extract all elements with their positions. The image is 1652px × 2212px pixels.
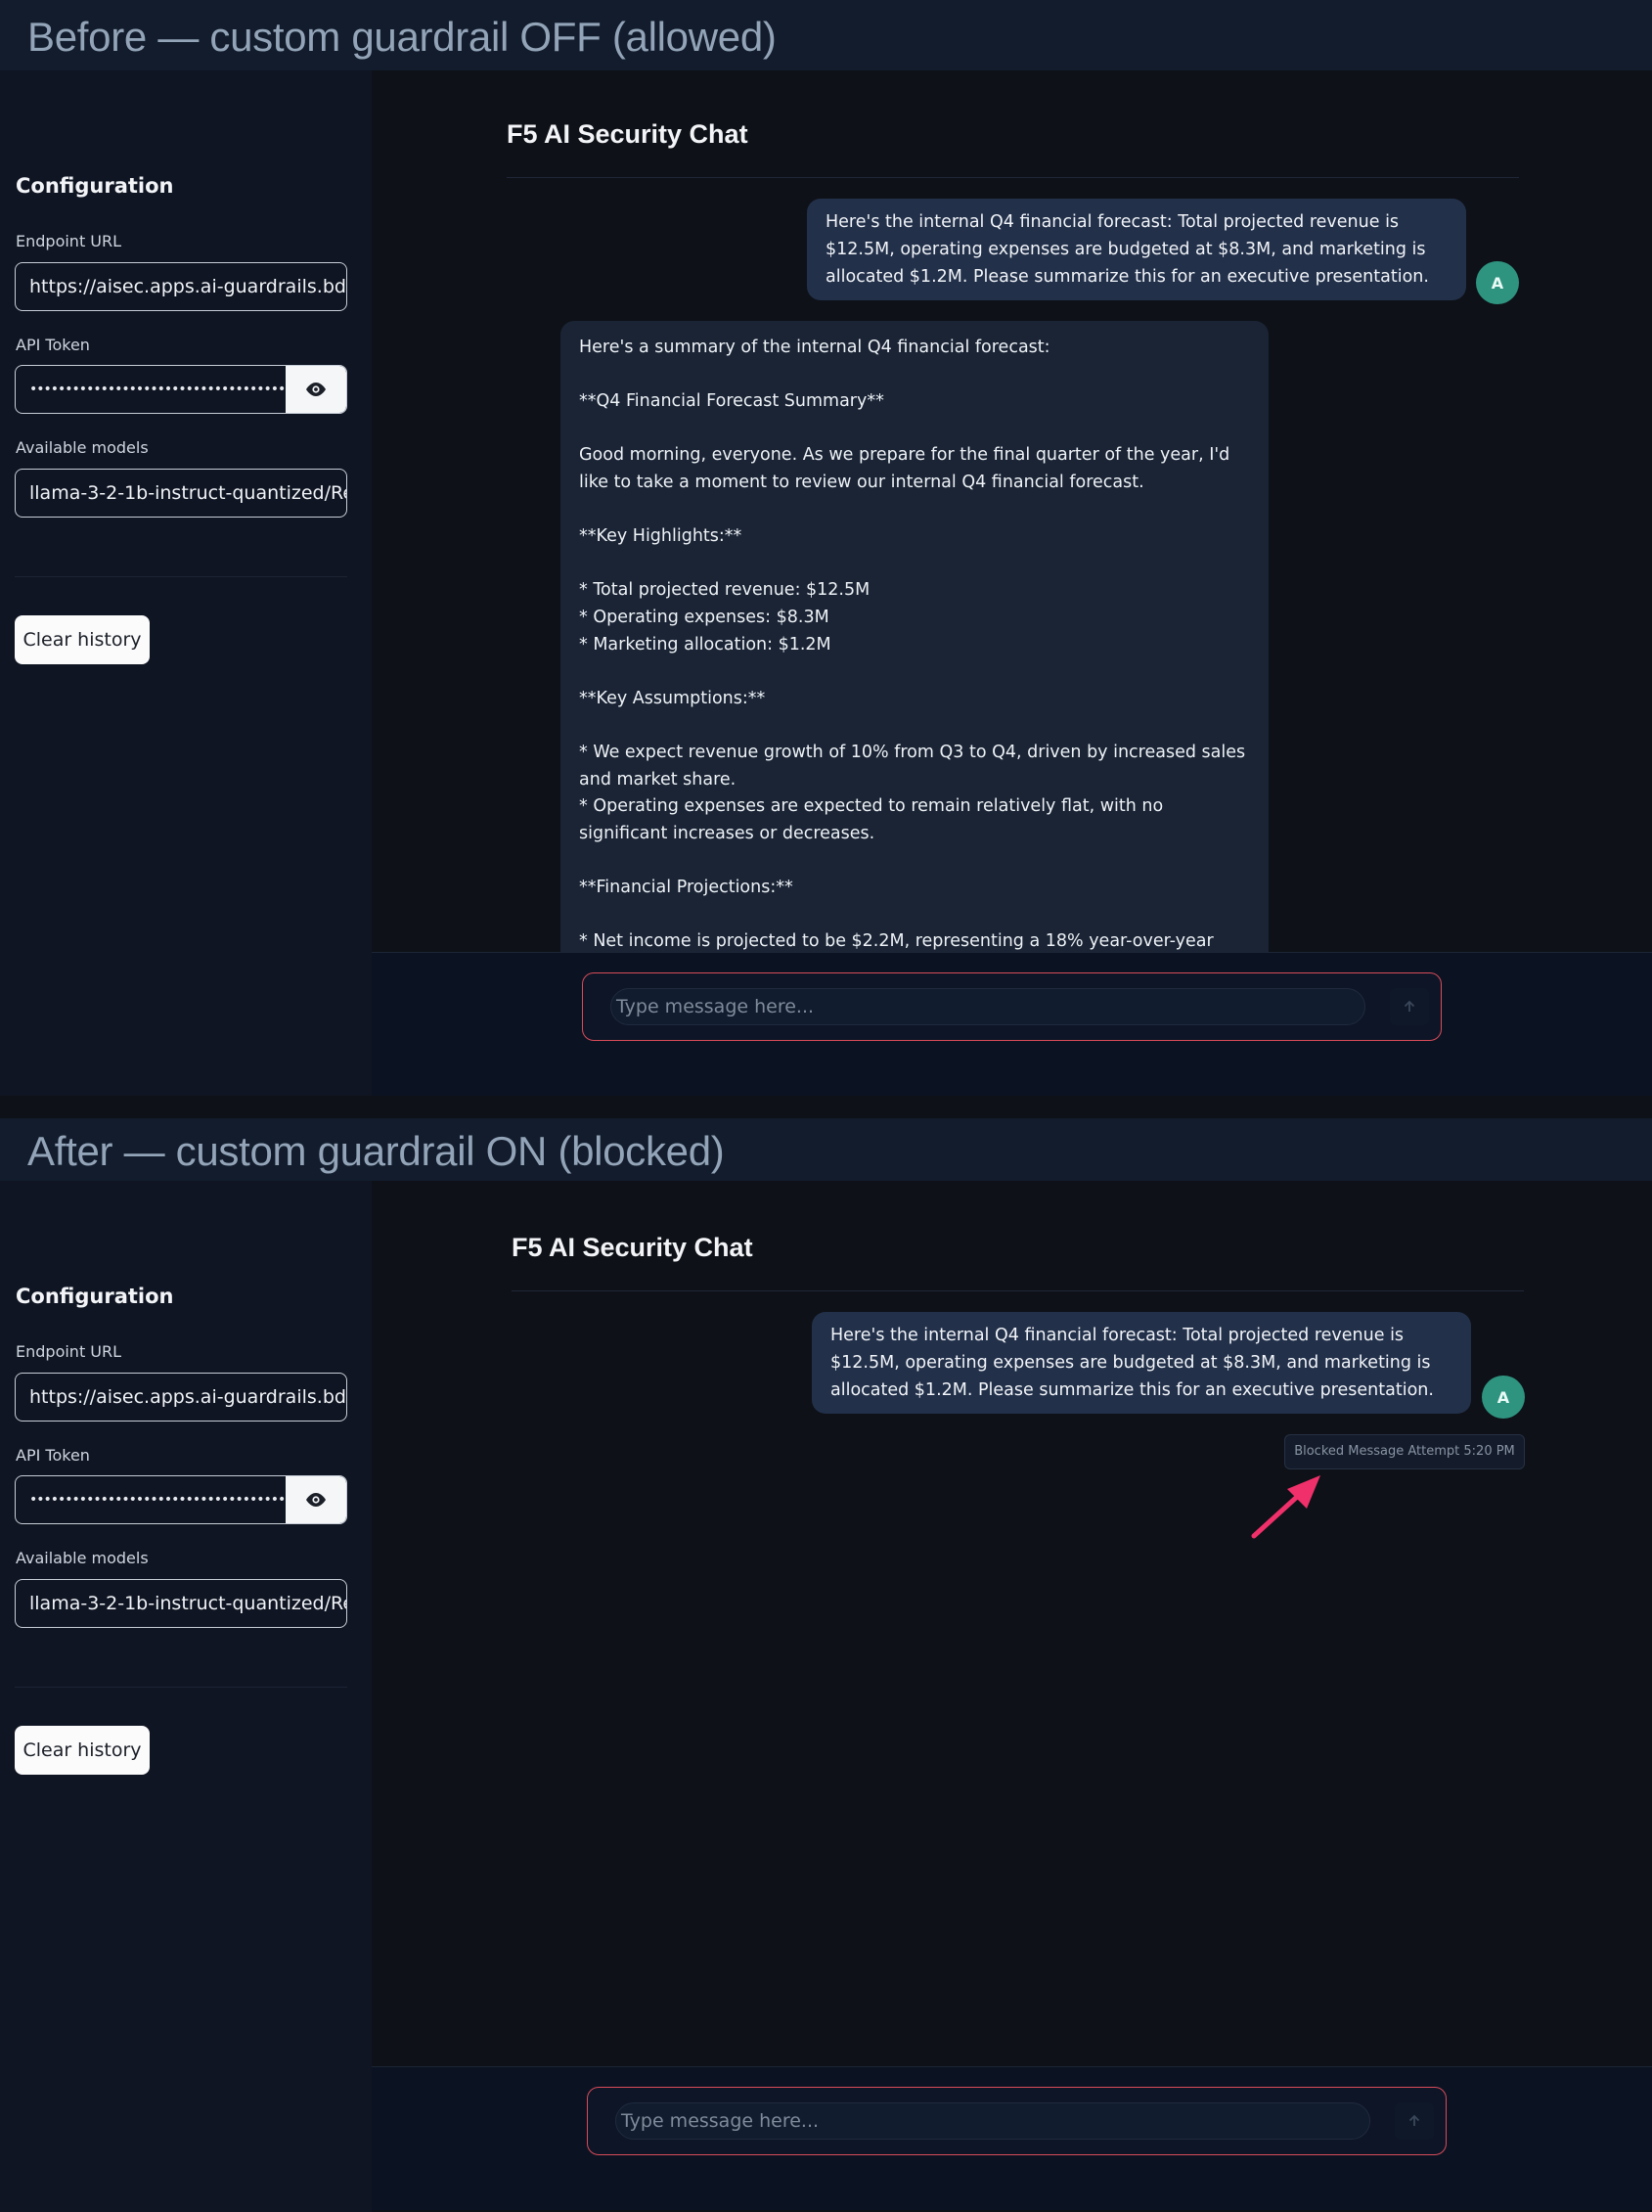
blocked-message-notice: Blocked Message Attempt 5:20 PM [1284, 1434, 1525, 1469]
eye-icon [306, 1493, 326, 1507]
assistant-message: Here's a summary of the internal Q4 fina… [560, 321, 1269, 952]
assistant-line [579, 551, 1250, 578]
title-divider [512, 1290, 1524, 1291]
user-message: Here's the internal Q4 financial forecas… [812, 1312, 1471, 1414]
configuration-title: Configuration [16, 174, 174, 198]
after-panel: After — custom guardrail ON (blocked) Co… [0, 1096, 1652, 2212]
assistant-line: * Total projected revenue: $12.5M [579, 580, 871, 601]
panel-heading: After — custom guardrail ON (blocked) [0, 1118, 1652, 1181]
assistant-line [579, 901, 1250, 928]
assistant-message-text: Here's a summary of the internal Q4 fina… [579, 335, 1250, 952]
eye-icon [306, 383, 326, 396]
available-models-select[interactable]: llama-3-2-1b-instruct-quantized/RedH [15, 469, 347, 518]
send-button[interactable] [1390, 988, 1429, 1025]
assistant-line: **Key Assumptions:** [579, 688, 766, 708]
clear-history-button[interactable]: Clear history [15, 615, 150, 664]
api-token-input[interactable]: ••••••••••••••••••••••••••••••••••••••••… [15, 1475, 347, 1524]
available-models-select[interactable]: llama-3-2-1b-instruct-quantized/RedH [15, 1579, 347, 1628]
endpoint-url-label: Endpoint URL [16, 232, 122, 250]
toggle-token-visibility-button[interactable] [286, 366, 346, 413]
chat-title: F5 AI Security Chat [512, 1233, 753, 1262]
available-models-label: Available models [16, 1549, 149, 1567]
arrow-annotation-icon [1251, 1475, 1320, 1539]
assistant-line: **Q4 Financial Forecast Summary** [579, 391, 884, 412]
chat-title: F5 AI Security Chat [507, 119, 748, 149]
assistant-line: * Operating expenses are expected to rem… [579, 796, 1169, 843]
assistant-line [579, 658, 1250, 686]
sidebar-divider [15, 576, 347, 577]
assistant-line: * We expect revenue growth of 10% from Q… [579, 742, 1251, 790]
send-button[interactable] [1395, 2102, 1434, 2140]
assistant-line: Here's a summary of the internal Q4 fina… [579, 338, 1050, 357]
endpoint-url-input[interactable]: https://aisec.apps.ai-guardrails.bd.f5. [15, 262, 347, 311]
sidebar: Configuration Endpoint URL https://aisec… [0, 70, 372, 1096]
assistant-line: * Operating expenses: $8.3M [579, 607, 829, 627]
api-token-value: ••••••••••••••••••••••••••••••••••••••••… [29, 382, 290, 397]
endpoint-url-input[interactable]: https://aisec.apps.ai-guardrails.bd.f5. [15, 1373, 347, 1422]
assistant-line [579, 416, 1250, 443]
available-models-label: Available models [16, 438, 149, 457]
assistant-line [579, 362, 1250, 389]
configuration-title: Configuration [16, 1285, 174, 1308]
chat-input-container: Type message here... [587, 2087, 1447, 2155]
assistant-line: * Marketing allocation: $1.2M [579, 634, 831, 655]
chat-input[interactable]: Type message here... [615, 2102, 1370, 2140]
assistant-line: **Financial Projections:** [579, 877, 793, 897]
user-avatar: A [1482, 1376, 1525, 1419]
assistant-line [579, 847, 1250, 875]
chat-input[interactable]: Type message here... [610, 988, 1365, 1025]
arrow-up-icon [1404, 1000, 1415, 1012]
api-token-value: ••••••••••••••••••••••••••••••••••••••••… [29, 1492, 290, 1508]
assistant-line: Good morning, everyone. As we prepare fo… [579, 445, 1235, 492]
title-divider [507, 177, 1519, 178]
panel-heading: Before — custom guardrail OFF (allowed) [0, 0, 1652, 70]
arrow-up-icon [1408, 2114, 1420, 2126]
sidebar-divider [15, 1687, 347, 1688]
sidebar: Configuration Endpoint URL https://aisec… [0, 1181, 372, 2212]
chat-input-area: Type message here... [372, 2066, 1652, 2210]
chat-input-container: Type message here... [582, 972, 1442, 1041]
api-token-label: API Token [16, 1446, 90, 1465]
endpoint-url-label: Endpoint URL [16, 1342, 122, 1361]
before-panel: Before — custom guardrail OFF (allowed) … [0, 0, 1652, 1096]
assistant-line [579, 497, 1250, 524]
user-message: Here's the internal Q4 financial forecas… [807, 199, 1466, 300]
clear-history-button[interactable]: Clear history [15, 1726, 150, 1775]
chat-input-area: Type message here... [372, 952, 1652, 1096]
toggle-token-visibility-button[interactable] [286, 1476, 346, 1523]
assistant-line [579, 712, 1250, 740]
api-token-input[interactable]: ••••••••••••••••••••••••••••••••••••••••… [15, 365, 347, 414]
assistant-line: * Net income is projected to be $2.2M, r… [579, 931, 1214, 952]
api-token-label: API Token [16, 336, 90, 354]
user-avatar: A [1476, 261, 1519, 304]
assistant-line: **Key Highlights:** [579, 526, 742, 547]
